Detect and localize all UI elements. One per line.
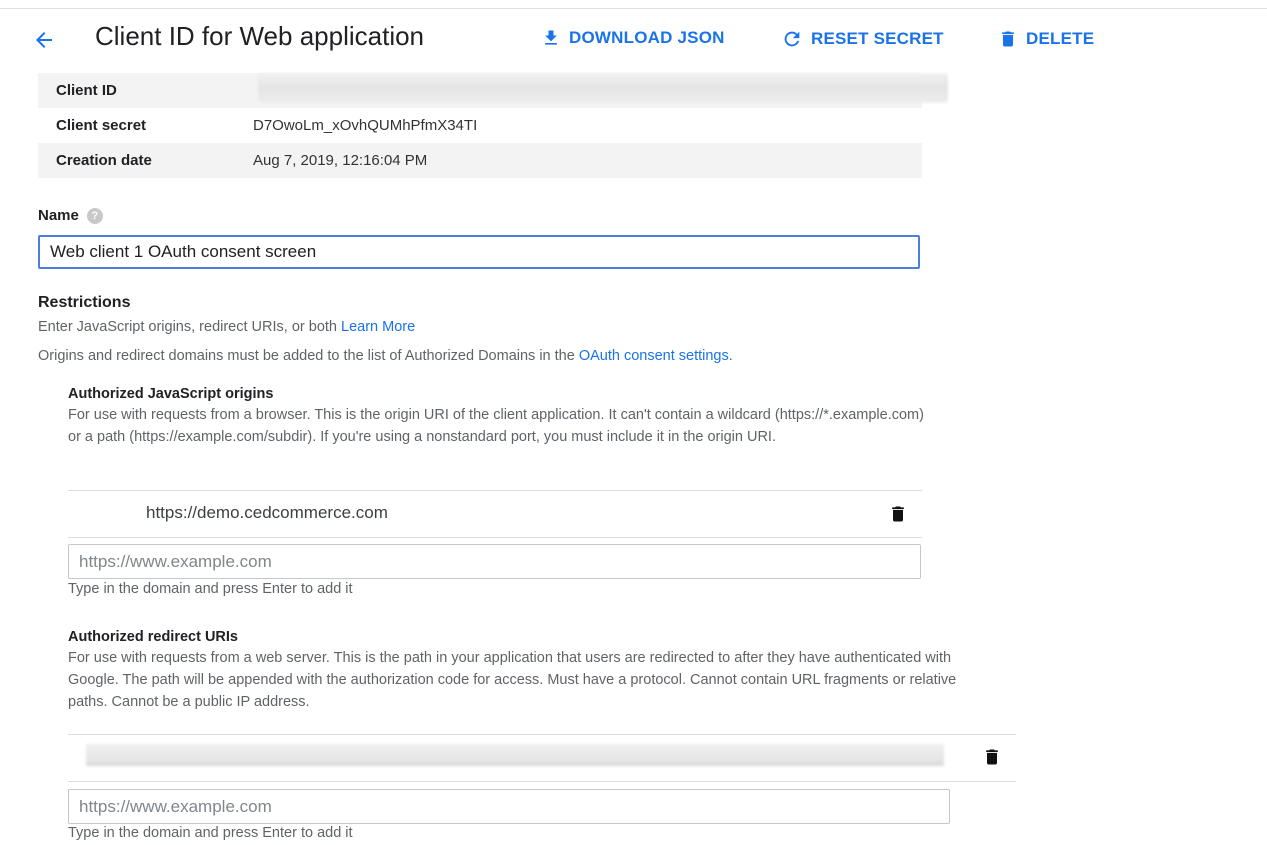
reset-secret-label: RESET SECRET bbox=[811, 29, 944, 48]
top-divider bbox=[0, 0, 1267, 9]
origin-entry-row: https://demo.cedcommerce.com bbox=[68, 490, 922, 538]
delete-label: DELETE bbox=[1026, 29, 1095, 48]
authorized-domains-text: Origins and redirect domains must be add… bbox=[38, 348, 575, 364]
redirect-uris-heading: Authorized redirect URIs bbox=[68, 629, 238, 645]
origin-input-hint: Type in the domain and press Enter to ad… bbox=[68, 581, 353, 597]
js-origins-description: For use with requests from a browser. Th… bbox=[68, 407, 924, 445]
refresh-icon bbox=[784, 31, 800, 47]
client-secret-row: Client secret D7OwoLm_xOvhQUMhPfmX34TI bbox=[38, 108, 922, 143]
page-header: Client ID for Web application DOWNLOAD J… bbox=[0, 12, 1267, 64]
page-title: Client ID for Web application bbox=[95, 21, 425, 51]
creation-date-label: Creation date bbox=[56, 152, 152, 169]
client-secret-value: D7OwoLm_xOvhQUMhPfmX34TI bbox=[253, 117, 478, 134]
origin-input[interactable] bbox=[68, 544, 921, 579]
delete-redirect-icon[interactable] bbox=[982, 746, 1002, 768]
redirect-uris-description: For use with requests from a web server.… bbox=[68, 650, 957, 710]
restrictions-heading: Restrictions bbox=[38, 294, 131, 311]
creation-date-value: Aug 7, 2019, 12:16:04 PM bbox=[253, 152, 428, 169]
oauth-consent-settings-link[interactable]: OAuth consent settings bbox=[579, 348, 729, 364]
help-icon[interactable]: ? bbox=[86, 207, 103, 224]
name-label-text: Name bbox=[38, 207, 79, 224]
learn-more-link[interactable]: Learn More bbox=[341, 319, 415, 335]
client-secret-label: Client secret bbox=[56, 117, 147, 134]
creation-date-row: Creation date Aug 7, 2019, 12:16:04 PM bbox=[38, 143, 922, 178]
js-origins-heading: Authorized JavaScript origins bbox=[68, 386, 274, 402]
back-arrow-icon[interactable] bbox=[30, 28, 58, 52]
redacted-client-id bbox=[258, 73, 948, 103]
restrictions-intro: Enter JavaScript origins, redirect URIs,… bbox=[38, 319, 415, 335]
origin-entry-text: https://demo.cedcommerce.com bbox=[146, 503, 388, 522]
delete-origin-icon[interactable] bbox=[888, 503, 908, 525]
js-origins-section: Authorized JavaScript origins For use wi… bbox=[68, 386, 938, 448]
delete-button[interactable]: DELETE bbox=[998, 28, 1094, 50]
name-field-label: Name ? bbox=[38, 207, 103, 224]
name-input[interactable] bbox=[38, 235, 920, 269]
restrictions-intro-text: Enter JavaScript origins, redirect URIs,… bbox=[38, 319, 337, 335]
redirect-uris-section: Authorized redirect URIs For use with re… bbox=[68, 629, 958, 713]
redirect-input-hint: Type in the domain and press Enter to ad… bbox=[68, 825, 353, 841]
redirect-input[interactable] bbox=[68, 789, 950, 824]
note-period: . bbox=[728, 348, 733, 364]
reset-secret-button[interactable]: RESET SECRET bbox=[781, 28, 944, 50]
download-json-label: DOWNLOAD JSON bbox=[569, 28, 725, 47]
download-icon bbox=[545, 30, 557, 45]
authorized-domains-note: Origins and redirect domains must be add… bbox=[38, 348, 733, 364]
client-id-label: Client ID bbox=[56, 82, 117, 99]
trash-icon bbox=[1002, 31, 1014, 47]
redacted-redirect-uri bbox=[86, 744, 944, 766]
download-json-button[interactable]: DOWNLOAD JSON bbox=[541, 28, 725, 48]
